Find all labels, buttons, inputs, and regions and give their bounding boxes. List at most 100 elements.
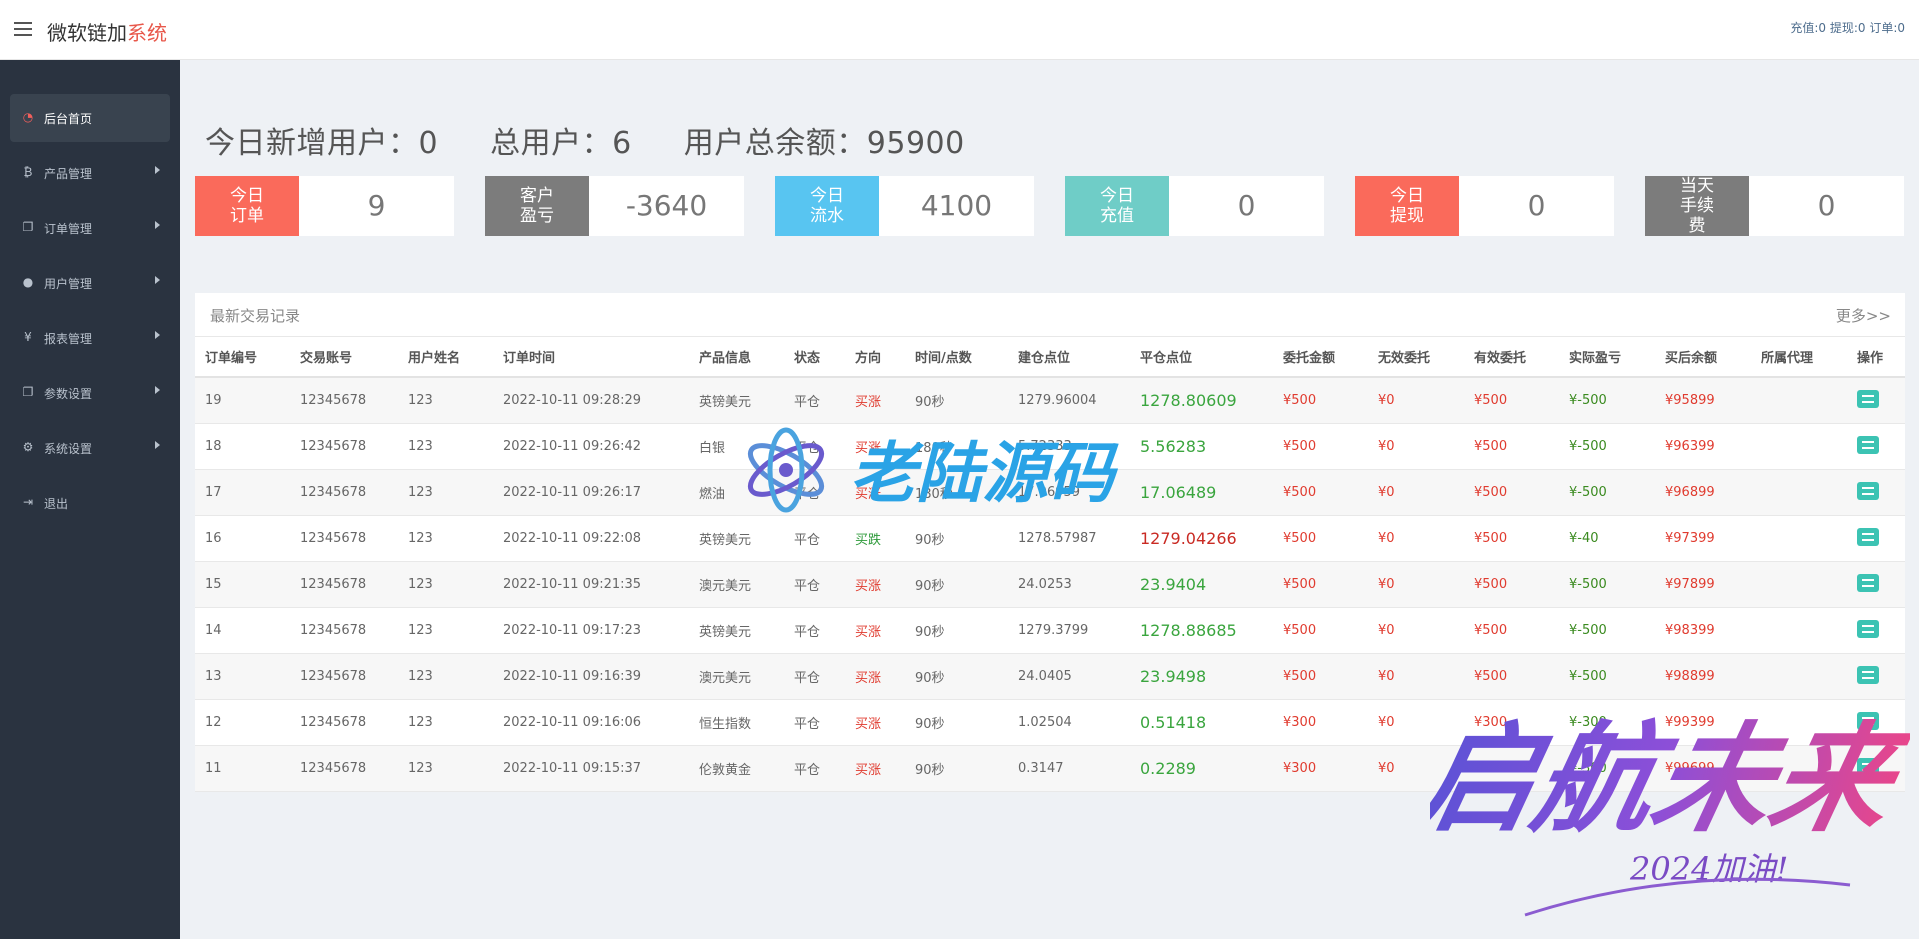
table-cell: ¥500 [1464, 515, 1559, 562]
stat-label-box: 客户盈亏 [485, 176, 589, 236]
bitcoin-icon: ₿ [23, 165, 33, 179]
table-cell: 2022-10-11 09:21:35 [493, 561, 689, 608]
sidebar-item-system[interactable]: ⚙ 系统设置 [10, 424, 170, 472]
table-cell: 2022-10-11 09:22:08 [493, 515, 689, 562]
sidebar-item-reports[interactable]: ¥ 报表管理 [10, 314, 170, 362]
menu-toggle-icon[interactable] [14, 22, 32, 36]
table-row: 14 12345678 123 2022-10-11 09:17:23 英镑美元 平仓 买涨… [195, 607, 1905, 654]
action-cell [1847, 561, 1905, 608]
table-cell: ¥-500 [1559, 469, 1655, 516]
view-details-button[interactable] [1857, 481, 1879, 500]
table-cell: ¥-500 [1559, 377, 1655, 424]
table-cell: 平仓 [784, 745, 845, 792]
view-details-button[interactable] [1857, 619, 1879, 638]
view-details-button[interactable] [1857, 573, 1879, 592]
sidebar-item-users[interactable]: ● 用户管理 [10, 259, 170, 307]
view-details-button[interactable] [1857, 435, 1879, 454]
table-cell: 12345678 [290, 561, 398, 608]
action-cell [1847, 607, 1905, 654]
top-bar: 微软链加系统 充值:0 提现:0 订单:0 [0, 0, 1919, 60]
more-link[interactable]: 更多>> [1836, 305, 1891, 326]
table-cell: 23.9498 [1130, 653, 1273, 700]
table-cell: 123 [398, 561, 493, 608]
table-cell [1751, 561, 1847, 608]
table-cell: ¥98399 [1655, 607, 1751, 654]
summary-line: 今日新增用户：0 总用户：6 用户总余额：95900 [205, 118, 1007, 162]
stat-label: 今日流水 [810, 186, 844, 226]
table-cell: 18 [195, 423, 290, 470]
table-cell: 1279.04266 [1130, 515, 1273, 562]
action-cell [1847, 377, 1905, 424]
table-cell: 90秒 [905, 607, 1008, 654]
sidebar-item-dashboard[interactable]: ◔ 后台首页 [10, 94, 170, 142]
stat-card-fee: 当天手续费 0 [1645, 176, 1904, 236]
view-details-button[interactable] [1857, 527, 1879, 546]
slogan-text: 启航未来 [1430, 710, 1910, 848]
table-cell: 买涨 [845, 607, 905, 654]
table-cell: 12 [195, 699, 290, 746]
table-cell: 买涨 [845, 745, 905, 792]
table-cell [1751, 469, 1847, 516]
table-cell: 90秒 [905, 515, 1008, 562]
sidebar-item-label: 系统设置 [44, 442, 93, 456]
table-cell: 24.0405 [1008, 653, 1130, 700]
table-cell: 12345678 [290, 745, 398, 792]
table-cell: ¥500 [1273, 653, 1368, 700]
column-header: 平仓点位 [1130, 336, 1273, 378]
column-header: 交易账号 [290, 336, 398, 378]
table-cell: ¥96899 [1655, 469, 1751, 516]
table-cell: ¥-500 [1559, 423, 1655, 470]
table-cell: ¥500 [1273, 469, 1368, 516]
table-cell: ¥500 [1464, 423, 1559, 470]
total-balance: 用户总余额：95900 [683, 126, 965, 161]
table-cell: ¥0 [1368, 515, 1464, 562]
table-cell: 1278.80609 [1130, 377, 1273, 424]
table-cell: 17 [195, 469, 290, 516]
table-cell: 90秒 [905, 745, 1008, 792]
sidebar-item-label: 产品管理 [44, 167, 93, 181]
column-header: 产品信息 [689, 336, 784, 378]
sidebar-item-orders[interactable]: ❐ 订单管理 [10, 204, 170, 252]
table-cell: 英镑美元 [689, 607, 784, 654]
sidebar: ◔ 后台首页 ₿ 产品管理 ❐ 订单管理 ● 用户管理 ¥ 报表管理 ❐ 参数设… [0, 60, 180, 939]
sidebar-item-params[interactable]: ❐ 参数设置 [10, 369, 170, 417]
sidebar-item-products[interactable]: ₿ 产品管理 [10, 149, 170, 197]
table-cell: 0.51418 [1130, 699, 1273, 746]
table-cell: 90秒 [905, 377, 1008, 424]
column-header: 建仓点位 [1008, 336, 1130, 378]
table-cell: 123 [398, 377, 493, 424]
sidebar-item-label: 后台首页 [44, 112, 93, 126]
table-cell [1751, 423, 1847, 470]
dashboard-icon: ◔ [22, 110, 34, 124]
column-header: 用户姓名 [398, 336, 493, 378]
caret-right-icon [155, 441, 160, 449]
column-header: 买后余额 [1655, 336, 1751, 378]
table-cell: ¥300 [1273, 699, 1368, 746]
view-details-button[interactable] [1857, 389, 1879, 408]
table-cell: 平仓 [784, 607, 845, 654]
copy-icon: ❐ [22, 385, 34, 399]
caret-right-icon [155, 276, 160, 284]
table-cell: 24.0253 [1008, 561, 1130, 608]
stat-card-recharge: 今日充值 0 [1065, 176, 1324, 236]
stat-label: 客户盈亏 [520, 186, 554, 226]
table-cell: ¥500 [1464, 469, 1559, 516]
top-status-counters[interactable]: 充值:0 提现:0 订单:0 [1790, 19, 1905, 36]
stat-label-box: 今日充值 [1065, 176, 1169, 236]
copy-icon: ❐ [22, 220, 34, 234]
total-users: 总用户：6 [490, 126, 632, 161]
sidebar-item-label: 订单管理 [44, 222, 93, 236]
signout-icon: ⇥ [22, 495, 34, 509]
stat-label: 今日订单 [230, 186, 264, 226]
table-cell: 买跌 [845, 515, 905, 562]
table-cell: 23.9404 [1130, 561, 1273, 608]
table-cell: ¥97899 [1655, 561, 1751, 608]
slogan-watermark: 启航未来 2024加油! [1430, 710, 1910, 917]
column-header: 状态 [784, 336, 845, 378]
table-cell: ¥-40 [1559, 515, 1655, 562]
column-header: 操作 [1847, 336, 1905, 378]
sidebar-item-logout[interactable]: ⇥ 退出 [10, 479, 170, 527]
table-cell: 1278.57987 [1008, 515, 1130, 562]
stat-value: -3640 [625, 189, 708, 222]
table-cell: 14 [195, 607, 290, 654]
